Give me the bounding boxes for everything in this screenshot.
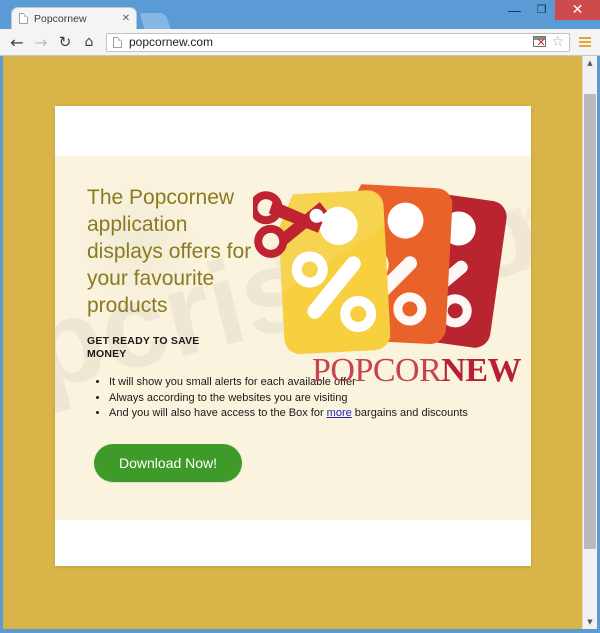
page-document-icon [19, 13, 28, 24]
browser-tab[interactable]: Popcornew ✕ [11, 7, 137, 29]
tab-close-icon[interactable]: ✕ [120, 13, 132, 24]
bookmark-star-icon[interactable]: ☆ [551, 35, 564, 49]
scrollbar-thumb[interactable] [584, 94, 596, 549]
address-bar[interactable]: popcornew.com ✕ ☆ [106, 32, 570, 52]
page-document-icon [113, 36, 122, 48]
more-link[interactable]: more [327, 407, 352, 419]
card-top-band [55, 106, 531, 156]
back-arrow-icon[interactable]: ← [5, 30, 29, 54]
tab-strip: Popcornew ✕ [0, 7, 600, 29]
page-viewport: pcrisk.com k.com [3, 56, 597, 629]
browser-toolbar: ← → ↻ ⌂ popcornew.com ✕ ☆ [0, 29, 600, 56]
vertical-scrollbar[interactable]: ▲ ▼ [582, 56, 597, 629]
home-icon[interactable]: ⌂ [77, 30, 101, 54]
hamburger-menu-icon[interactable] [574, 30, 596, 54]
hero-section: pcrisk.com k.com [55, 156, 531, 520]
tab-title: Popcornew [34, 12, 87, 25]
hero-subheading: GET READY TO SAVE MONEY [87, 335, 200, 360]
bullet3-suffix: bargains and discounts [351, 407, 468, 419]
wordmark-new: NEW [441, 352, 521, 389]
new-tab-button[interactable] [139, 13, 171, 29]
popup-blocked-icon[interactable]: ✕ [533, 36, 547, 48]
popup-blocked-x: ✕ [536, 36, 546, 49]
reload-icon[interactable]: ↻ [53, 30, 77, 54]
card-bottom-band [55, 519, 531, 566]
bullet3-prefix: And you will also have access to the Box… [109, 407, 327, 419]
scroll-up-icon[interactable]: ▲ [583, 56, 597, 70]
url-text: popcornew.com [129, 35, 214, 49]
hero-content: The Popcornew application displays offer… [55, 156, 531, 520]
wordmark-popcor: POPCOR [311, 352, 442, 389]
page-headline: The Popcornew application displays offer… [87, 186, 252, 317]
list-item: Always according to the websites you are… [109, 391, 509, 407]
page-content-card: pcrisk.com k.com [55, 106, 531, 566]
download-now-button[interactable]: Download Now! [94, 443, 243, 482]
cta-container: Download Now! [94, 443, 509, 520]
forward-arrow-icon[interactable]: → [29, 30, 53, 54]
scroll-down-icon[interactable]: ▼ [583, 615, 597, 629]
list-item: And you will also have access to the Box… [109, 406, 509, 422]
browser-window: — ❐ ✕ Popcornew ✕ ← → ↻ ⌂ popcornew.com … [0, 0, 600, 633]
popcornew-wordmark: POPCORNEW [311, 352, 522, 389]
